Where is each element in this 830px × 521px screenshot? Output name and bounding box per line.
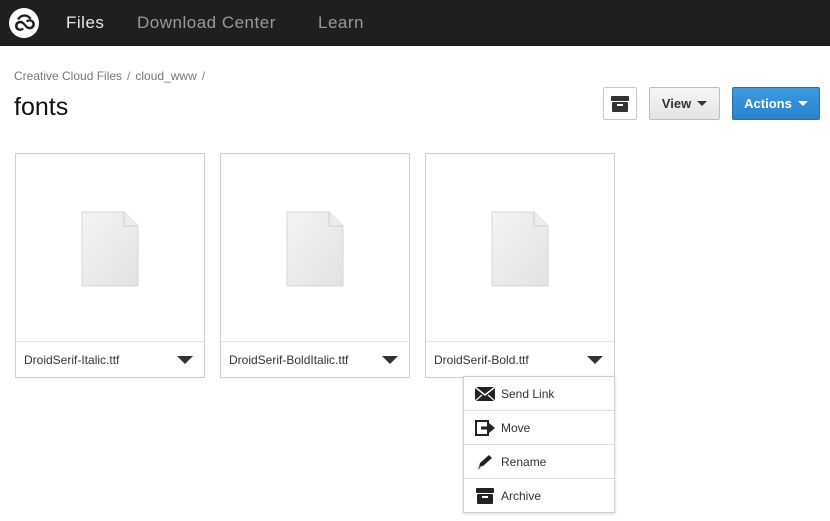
page-title: fonts bbox=[14, 93, 69, 121]
pencil-icon bbox=[474, 453, 496, 471]
menu-item-move[interactable]: Move bbox=[464, 411, 614, 445]
file-menu-toggle-icon[interactable] bbox=[177, 356, 193, 364]
breadcrumb-item-cloud-www[interactable]: cloud_www bbox=[135, 69, 196, 83]
menu-item-send-link[interactable]: Send Link bbox=[464, 377, 614, 411]
document-icon bbox=[81, 211, 139, 287]
top-navigation-bar: Files Download Center Learn bbox=[0, 0, 830, 46]
document-icon bbox=[286, 211, 344, 287]
chevron-down-icon bbox=[697, 101, 708, 106]
document-icon bbox=[491, 211, 549, 287]
file-card[interactable]: DroidSerif-Bold.ttf bbox=[425, 153, 615, 378]
archive-icon bbox=[474, 487, 496, 505]
actions-button-label: Actions bbox=[744, 96, 792, 111]
menu-item-label: Send Link bbox=[501, 386, 555, 401]
archive-icon bbox=[611, 95, 629, 112]
breadcrumb: Creative Cloud Files / cloud_www / bbox=[14, 69, 210, 83]
file-menu-toggle-icon[interactable] bbox=[587, 356, 603, 364]
menu-item-archive[interactable]: Archive bbox=[464, 479, 614, 513]
breadcrumb-item-creative-cloud-files[interactable]: Creative Cloud Files bbox=[14, 69, 122, 83]
file-context-menu: Send Link Move Rename Archive bbox=[463, 376, 615, 513]
file-thumbnail[interactable] bbox=[16, 154, 204, 342]
nav-download-center[interactable]: Download Center bbox=[137, 13, 276, 33]
move-icon bbox=[474, 419, 496, 437]
file-menu-toggle-icon[interactable] bbox=[382, 356, 398, 364]
nav-files[interactable]: Files bbox=[66, 13, 104, 33]
view-button[interactable]: View bbox=[649, 87, 720, 120]
file-card[interactable]: DroidSerif-Italic.ttf bbox=[15, 153, 205, 378]
breadcrumb-separator: / bbox=[127, 69, 131, 83]
menu-item-label: Rename bbox=[501, 454, 547, 469]
file-thumbnail[interactable] bbox=[221, 154, 409, 342]
file-card[interactable]: DroidSerif-BoldItalic.ttf bbox=[220, 153, 410, 378]
view-button-label: View bbox=[661, 96, 692, 111]
file-name[interactable]: DroidSerif-BoldItalic.ttf bbox=[229, 353, 348, 367]
creative-cloud-logo-icon[interactable] bbox=[8, 7, 40, 39]
menu-item-label: Move bbox=[501, 420, 531, 435]
archive-button[interactable] bbox=[603, 87, 637, 120]
file-name[interactable]: DroidSerif-Italic.ttf bbox=[24, 353, 119, 367]
breadcrumb-separator: / bbox=[201, 69, 206, 83]
file-thumbnail[interactable] bbox=[426, 154, 614, 342]
actions-button[interactable]: Actions bbox=[732, 87, 820, 120]
file-name[interactable]: DroidSerif-Bold.ttf bbox=[434, 353, 529, 367]
menu-item-label: Archive bbox=[501, 489, 542, 503]
nav-learn[interactable]: Learn bbox=[318, 13, 364, 33]
chevron-down-icon bbox=[797, 101, 808, 106]
menu-item-rename[interactable]: Rename bbox=[464, 445, 614, 479]
envelope-icon bbox=[474, 385, 496, 403]
